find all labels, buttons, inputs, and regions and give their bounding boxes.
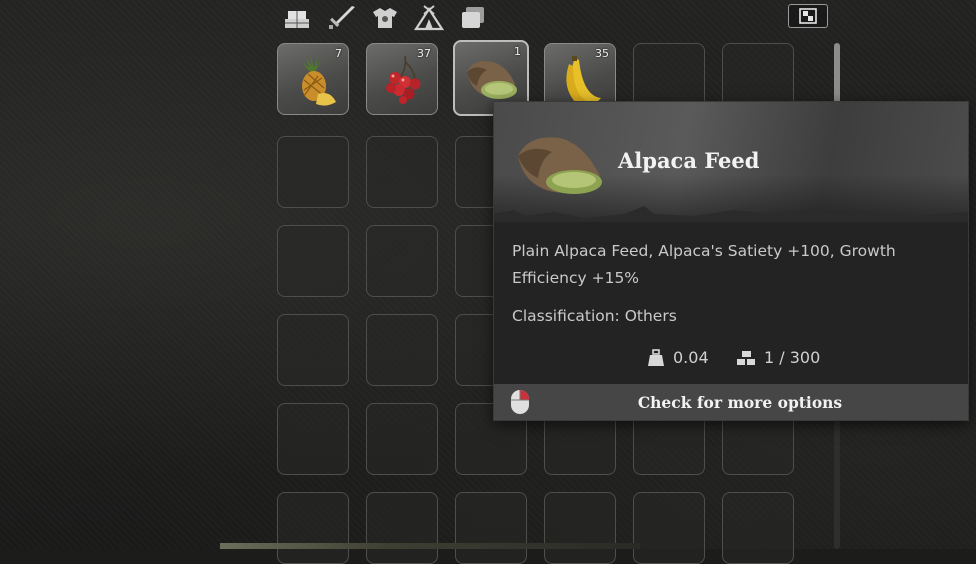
inventory-slot-empty[interactable]: [277, 314, 349, 386]
stack-stat: 1 / 300: [736, 348, 820, 367]
grid-layout-icon: [799, 8, 817, 24]
weapons-tab[interactable]: [324, 3, 358, 33]
inventory-slot-empty[interactable]: [277, 403, 349, 475]
tent-icon: [414, 5, 444, 31]
inventory-slot-pineapple[interactable]: 7: [277, 43, 349, 115]
pineapple-icon: [302, 54, 336, 106]
feed-sack-icon: [518, 137, 602, 194]
sword-icon: [329, 6, 355, 29]
weight-icon: [648, 348, 664, 366]
item-quantity: 37: [417, 47, 431, 60]
category-tabs: [280, 2, 490, 34]
layout-toggle-button[interactable]: [788, 4, 828, 28]
inventory-slot-empty[interactable]: [366, 314, 438, 386]
others-tab[interactable]: [456, 3, 490, 33]
stack-icon: [737, 350, 755, 365]
more-options-label: Check for more options: [637, 393, 843, 412]
inventory-slot-empty[interactable]: [455, 492, 527, 564]
feed-sack-icon: [467, 61, 517, 99]
item-quantity: 35: [595, 47, 609, 60]
banana-icon: [566, 56, 601, 105]
armor-tab[interactable]: [368, 3, 402, 33]
inventory-slot-empty[interactable]: [722, 492, 794, 564]
scrollbar-thumb[interactable]: [834, 43, 840, 103]
item-stats: 0.04 1 / 300: [494, 348, 968, 370]
item-tooltip: Alpaca Feed Plain Alpaca Feed, Alpaca's …: [493, 101, 969, 421]
weight-value: 0.04: [673, 348, 709, 367]
stack-value: 1 / 300: [764, 348, 821, 367]
inventory-slot-empty[interactable]: [544, 492, 616, 564]
tooltip-header: Alpaca Feed: [494, 102, 968, 222]
inventory-slot-empty[interactable]: [277, 225, 349, 297]
materials-tab[interactable]: [280, 3, 314, 33]
stacked-bricks-icon: [285, 11, 309, 28]
tree-silhouette: [494, 206, 968, 222]
inventory-slot-empty[interactable]: [366, 225, 438, 297]
inventory-slot-empty[interactable]: [277, 136, 349, 208]
inventory-slot-empty[interactable]: [277, 492, 349, 564]
berries-icon: [386, 55, 421, 104]
inventory-slot-berries[interactable]: 37: [366, 43, 438, 115]
item-quantity: 1: [514, 45, 521, 58]
item-title: Alpaca Feed: [618, 148, 760, 173]
inventory-slot-empty[interactable]: [366, 403, 438, 475]
inventory-slot-empty[interactable]: [366, 492, 438, 564]
more-options-button[interactable]: Check for more options: [494, 384, 968, 420]
stacked-cards-icon: [462, 7, 484, 28]
item-classification: Classification: Others: [512, 307, 677, 325]
item-description: Plain Alpaca Feed, Alpaca's Satiety +100…: [512, 242, 896, 287]
armor-icon: [373, 8, 397, 28]
inventory-slot-empty[interactable]: [366, 136, 438, 208]
bottom-hud-strip: [220, 543, 640, 549]
item-quantity: 7: [335, 47, 342, 60]
inventory-slot-empty[interactable]: [633, 492, 705, 564]
camp-tab[interactable]: [412, 3, 446, 33]
weight-stat: 0.04: [647, 348, 709, 367]
